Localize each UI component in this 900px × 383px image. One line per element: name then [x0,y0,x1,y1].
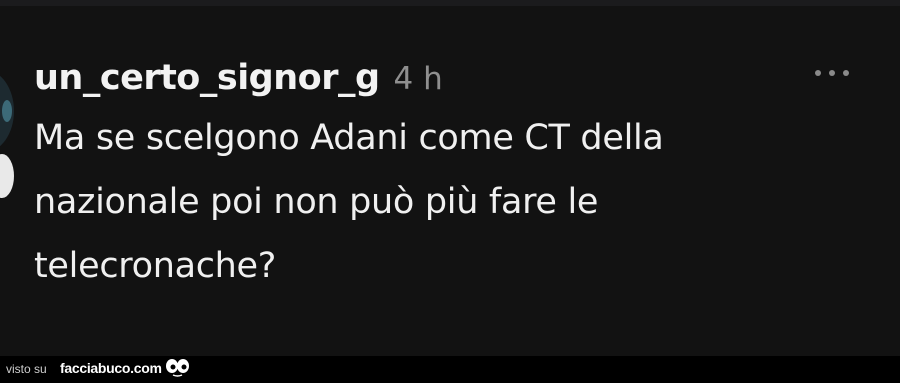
site-name[interactable]: facciabuco.com [60,360,162,376]
more-dot [843,70,849,76]
comment-text: Ma se scelgono Adani come CT della nazio… [34,118,664,286]
avatar[interactable] [0,70,14,152]
timestamp: 4 h [393,61,443,97]
more-options-icon[interactable] [815,70,849,76]
more-dot [829,70,835,76]
comment: un_certo_signor_g 4 h Ma se scelgono Ada… [34,58,834,298]
eyes-logo-icon [166,359,189,377]
comment-header: un_certo_signor_g 4 h [34,58,834,98]
visto-label: visto su [6,362,47,376]
more-dot [815,70,821,76]
watermark-footer: visto su facciabuco.com [0,356,900,383]
username[interactable]: un_certo_signor_g [34,58,380,98]
avatar-badge [0,154,14,198]
comment-screen: un_certo_signor_g 4 h Ma se scelgono Ada… [0,6,900,356]
